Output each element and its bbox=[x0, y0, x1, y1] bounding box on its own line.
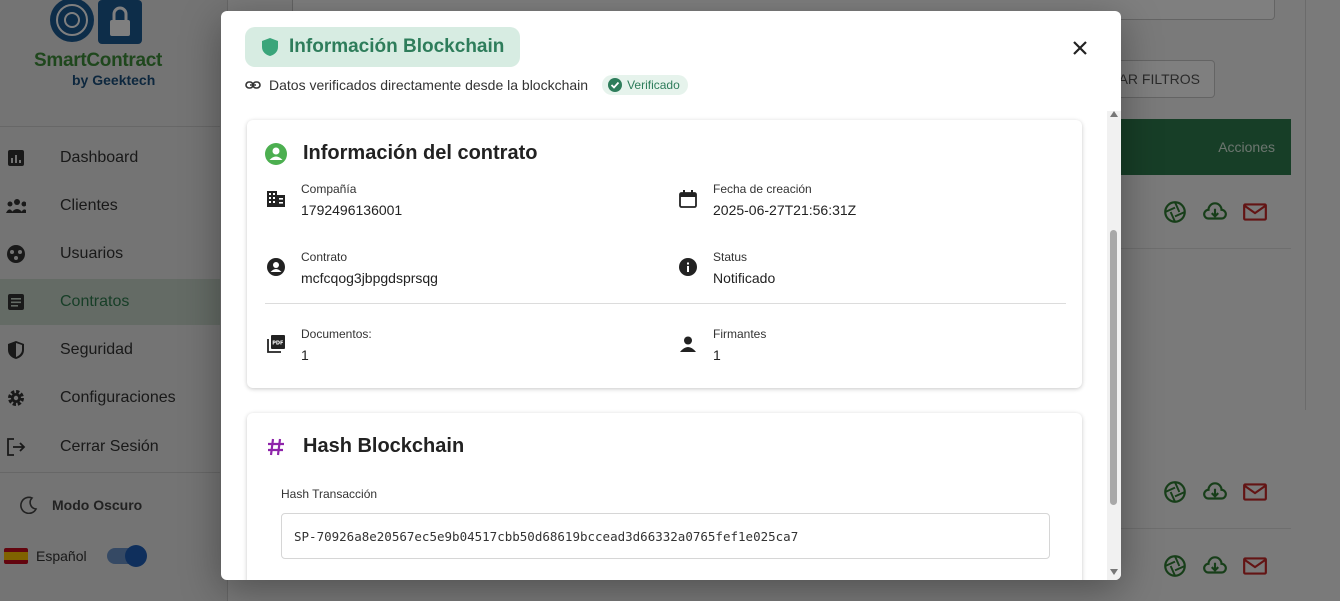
field-value: Notificado bbox=[713, 270, 776, 286]
blockchain-hash-card: Hash Blockchain Hash Transacción SP-7092… bbox=[247, 413, 1082, 580]
blockchain-info-modal: Información Blockchain Datos verificados… bbox=[221, 11, 1121, 580]
modal-title: Información Blockchain bbox=[289, 36, 505, 57]
contract-info-card: Información del contrato Compañía 1792496… bbox=[247, 120, 1082, 388]
field-label: Compañía bbox=[301, 182, 357, 196]
scroll-up-arrow[interactable] bbox=[1110, 111, 1118, 117]
person-icon bbox=[677, 333, 699, 355]
field-value: 1792496136001 bbox=[301, 202, 403, 218]
modal-title-chip: Información Blockchain bbox=[245, 27, 521, 67]
close-icon bbox=[1073, 41, 1087, 55]
signers-field: Firmantes 1 bbox=[677, 327, 766, 363]
field-value: 1 bbox=[713, 347, 721, 363]
hash-card-title: Hash Blockchain bbox=[265, 435, 464, 458]
account-circle-icon bbox=[265, 256, 287, 278]
hash-tx-value-field[interactable]: SP-70926a8e20567ec5e9b04517cbb50d68619bc… bbox=[281, 513, 1050, 559]
field-label: Status bbox=[713, 250, 748, 264]
modal-scroll-area[interactable]: Información del contrato Compañía 1792496… bbox=[221, 111, 1107, 580]
contract-field: Contrato mcfcqog3jbpgdsprsqg bbox=[265, 250, 438, 286]
created-date-field: Fecha de creación 2025-06-27T21:56:31Z bbox=[677, 182, 856, 218]
info-icon bbox=[677, 256, 699, 278]
field-value: 2025-06-27T21:56:31Z bbox=[713, 202, 857, 218]
svg-text:PDF: PDF bbox=[272, 341, 283, 347]
status-field: Status Notificado bbox=[677, 250, 775, 286]
field-value: mcfcqog3jbpgdsprsqg bbox=[301, 270, 438, 286]
shield-icon bbox=[262, 38, 278, 56]
verified-badge: Verificado bbox=[602, 75, 688, 95]
documents-field: PDF Documentos: 1 bbox=[265, 327, 372, 363]
field-label: Firmantes bbox=[713, 327, 767, 341]
scroll-down-arrow[interactable] bbox=[1110, 569, 1118, 575]
scroll-thumb[interactable] bbox=[1110, 230, 1117, 505]
company-field: Compañía 1792496136001 bbox=[265, 182, 402, 218]
field-label: Fecha de creación bbox=[713, 182, 812, 196]
field-value: 1 bbox=[301, 347, 309, 363]
pdf-icon: PDF bbox=[265, 333, 287, 355]
calendar-icon bbox=[677, 188, 699, 210]
link-icon bbox=[245, 81, 261, 89]
card-divider bbox=[265, 303, 1066, 304]
close-button[interactable] bbox=[1067, 35, 1093, 61]
contract-info-title: Información del contrato bbox=[265, 142, 537, 165]
card-title-text: Hash Blockchain bbox=[303, 435, 465, 457]
modal-subtitle: Datos verificados directamente desde la … bbox=[245, 75, 688, 95]
check-circle-icon bbox=[608, 78, 623, 92]
modal-scrollbar[interactable] bbox=[1107, 111, 1121, 580]
field-label: Contrato bbox=[301, 250, 348, 264]
verified-label: Verificado bbox=[627, 78, 680, 92]
hash-tx-label: Hash Transacción bbox=[281, 487, 378, 501]
subtitle-text: Datos verificados directamente desde la … bbox=[269, 77, 589, 93]
account-circle-icon bbox=[265, 142, 287, 165]
field-label: Documentos: bbox=[301, 327, 372, 341]
hashtag-icon bbox=[268, 438, 284, 455]
card-title-text: Información del contrato bbox=[303, 142, 538, 164]
business-icon bbox=[265, 188, 287, 210]
